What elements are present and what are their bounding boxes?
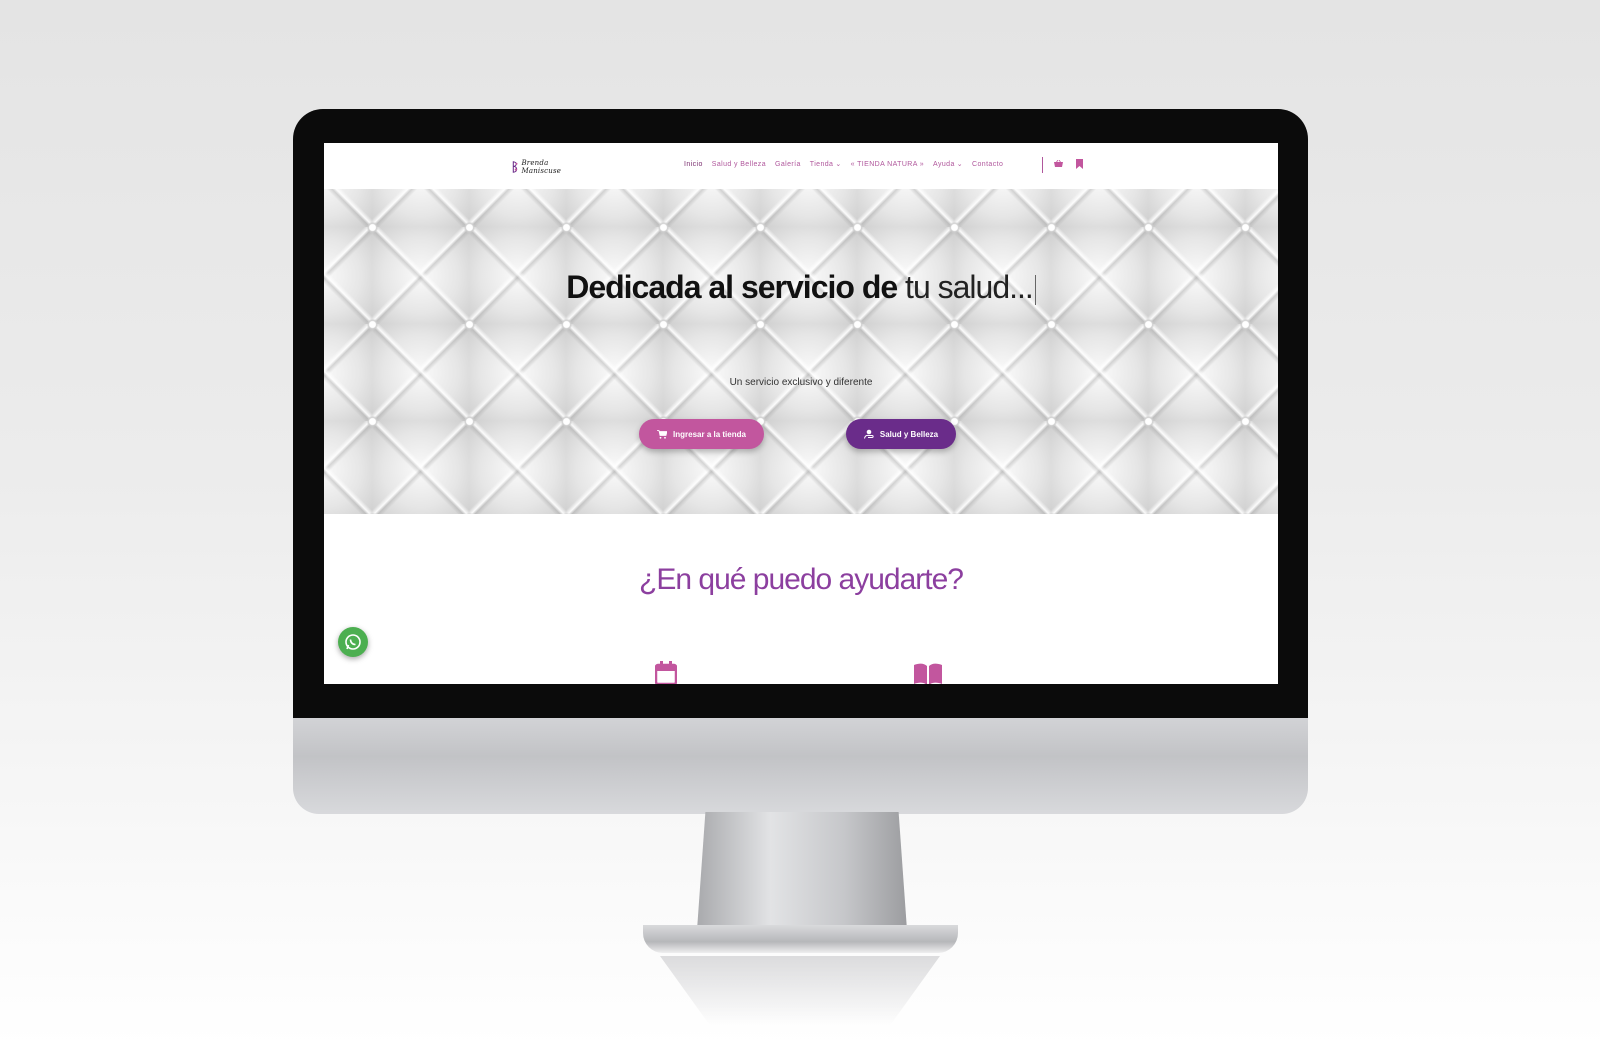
site-logo[interactable]: Brenda Maniscuse [512, 156, 566, 178]
health-beauty-button[interactable]: Salud y Belleza [846, 419, 956, 449]
menu-label: Salud y Belleza [711, 160, 767, 168]
menu-label: Tienda [809, 160, 834, 168]
menu-item-tienda-natura[interactable]: « TIENDA NATURA » [851, 161, 924, 168]
top-navigation: Brenda Maniscuse Inicio Salud y Belleza … [324, 143, 1278, 190]
menu-label: Ayuda [933, 160, 955, 168]
cart-icon[interactable] [1054, 160, 1063, 168]
menu-label: « TIENDA NATURA » [850, 160, 925, 168]
health-beauty-label: Salud y Belleza [879, 429, 939, 439]
enter-shop-button[interactable]: Ingresar a la tienda [639, 419, 764, 449]
whatsapp-chat-button[interactable] [338, 627, 368, 657]
menu-label: Inicio [684, 160, 703, 168]
monitor-stand-base [643, 925, 958, 953]
stand-reflection [660, 956, 940, 1026]
hero-title-bold: Dedicada al servicio de [566, 269, 898, 305]
menu-item-inicio[interactable]: Inicio [684, 161, 703, 168]
menu-item-galeria[interactable]: Galería [775, 161, 801, 168]
enter-shop-label: Ingresar a la tienda [673, 429, 746, 439]
main-menu: Inicio Salud y Belleza Galería Tienda ⌄ «… [684, 160, 1003, 169]
menu-item-salud-y-belleza[interactable]: Salud y Belleza [712, 161, 766, 168]
nav-divider [1042, 157, 1043, 173]
bookmark-icon[interactable] [1076, 159, 1083, 169]
hero-title-light: tu salud... [897, 269, 1034, 305]
hero-title: Dedicada al servicio de tu salud... [324, 269, 1278, 306]
menu-item-tienda[interactable]: Tienda ⌄ [809, 160, 842, 169]
website-screen: Brenda Maniscuse Inicio Salud y Belleza … [324, 143, 1278, 684]
chevron-down-icon: ⌄ [956, 161, 964, 168]
chevron-down-icon: ⌄ [835, 161, 842, 168]
book-icon [914, 663, 942, 684]
monitor-stand-neck [697, 812, 907, 930]
hero-subtitle: Un servicio exclusivo y diferente [729, 377, 873, 388]
section-title: ¿En qué puedo ayudarte? [639, 563, 964, 596]
hero-section: Dedicada al servicio de tu salud... Un s… [324, 189, 1278, 514]
menu-item-contacto[interactable]: Contacto [972, 161, 1003, 168]
menu-label: Contacto [972, 160, 1004, 168]
user-hand-icon [863, 429, 874, 439]
logo-text: Brenda Maniscuse [521, 159, 562, 175]
logo-mark-icon [512, 161, 518, 173]
monitor-chin [293, 718, 1308, 814]
typing-cursor [1034, 274, 1036, 305]
calendar-icon [655, 661, 677, 684]
shopping-cart-icon [657, 429, 668, 439]
whatsapp-icon [345, 634, 361, 650]
menu-label: Galería [775, 160, 801, 168]
menu-item-ayuda[interactable]: Ayuda ⌄ [933, 160, 964, 169]
